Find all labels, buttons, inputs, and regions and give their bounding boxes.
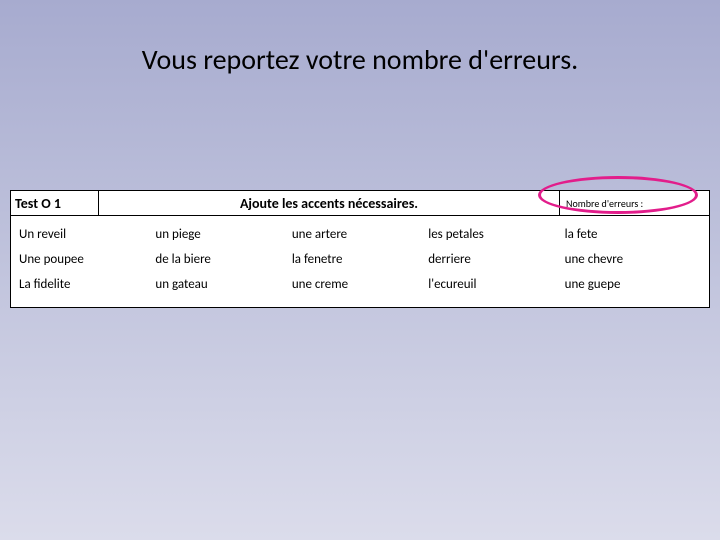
- word-cell: une guepe: [565, 277, 701, 292]
- word-cell: un gateau: [155, 277, 291, 292]
- word-cell: une artere: [292, 227, 428, 242]
- test-label: Test O 1: [11, 191, 99, 215]
- word-cell: la fete: [565, 227, 701, 242]
- word-cell: derriere: [428, 252, 564, 267]
- word-row: Une poupee de la biere la fenetre derrie…: [19, 247, 701, 272]
- word-cell: une creme: [292, 277, 428, 292]
- word-cell: les petales: [428, 227, 564, 242]
- errors-label: Nombre d'erreurs :: [559, 191, 709, 215]
- word-cell: l'ecureuil: [428, 277, 564, 292]
- word-cell: un piege: [155, 227, 291, 242]
- instruction: Ajoute les accents nécessaires.: [99, 191, 559, 215]
- word-cell: une chevre: [565, 252, 701, 267]
- word-row: Un reveil un piege une artere les petale…: [19, 222, 701, 247]
- slide-title: Vous reportez votre nombre d'erreurs.: [0, 0, 720, 77]
- worksheet-body: Un reveil un piege une artere les petale…: [10, 216, 710, 308]
- word-cell: La fidelite: [19, 277, 155, 292]
- word-cell: Une poupee: [19, 252, 155, 267]
- word-cell: la fenetre: [292, 252, 428, 267]
- word-cell: de la biere: [155, 252, 291, 267]
- worksheet-header: Test O 1 Ajoute les accents nécessaires.…: [10, 190, 710, 216]
- worksheet: Test O 1 Ajoute les accents nécessaires.…: [10, 190, 710, 308]
- word-cell: Un reveil: [19, 227, 155, 242]
- word-row: La fidelite un gateau une creme l'ecureu…: [19, 272, 701, 297]
